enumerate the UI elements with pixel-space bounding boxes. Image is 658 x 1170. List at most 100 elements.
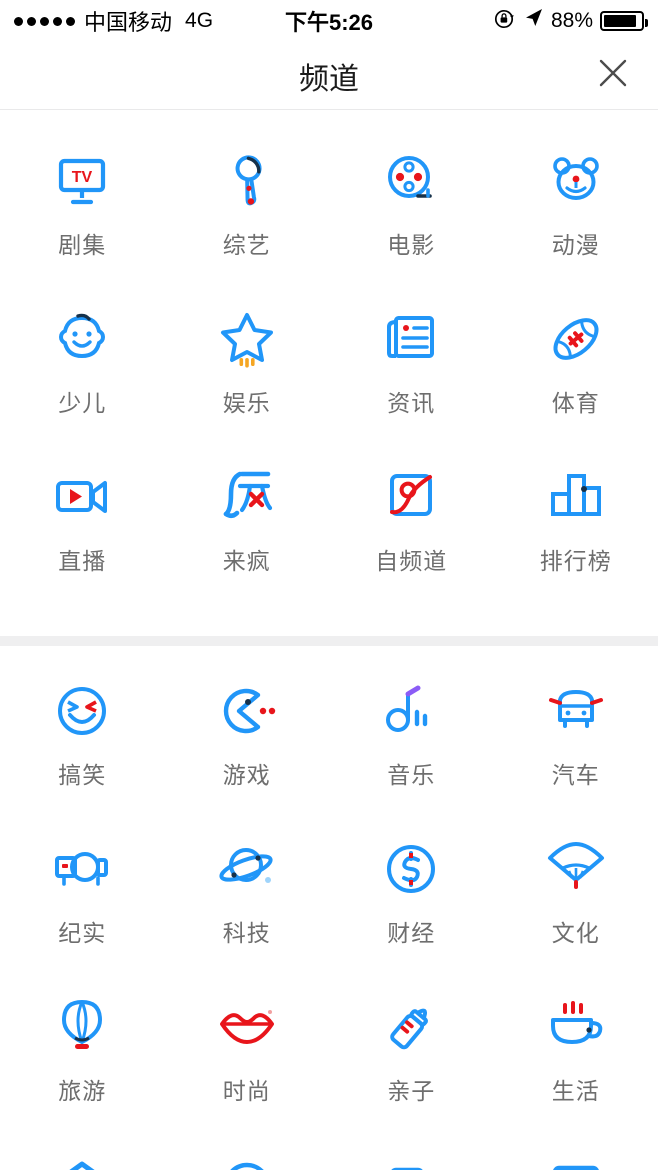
channel-item-juji[interactable]: TV 剧集 (0, 144, 165, 302)
channel-item-wenhua[interactable]: 文化 (494, 832, 658, 990)
channel-item-zipindao[interactable]: 自频道 (329, 460, 494, 618)
battery-icon (600, 11, 648, 31)
section-divider (0, 636, 658, 646)
channel-label: 音乐 (387, 762, 436, 788)
channel-item-tiyu[interactable]: 体育 (494, 302, 658, 460)
channel-label: 游戏 (222, 762, 271, 788)
channel-label: 体育 (551, 390, 600, 416)
folding-fan-icon (545, 838, 607, 900)
channel-label: 少儿 (58, 390, 107, 416)
channel-label: 直播 (58, 548, 107, 574)
baby-bottle-icon (380, 996, 442, 1058)
channel-label: 纪实 (58, 920, 107, 946)
self-channel-icon (380, 466, 442, 528)
signal-strength-icon (14, 16, 75, 26)
channel-item-caijing[interactable]: 财经 (329, 832, 494, 990)
channel-item-keji[interactable]: 科技 (165, 832, 330, 990)
pacman-icon (216, 680, 278, 742)
channel-label: 自频道 (375, 548, 448, 574)
channel-item-zixun[interactable]: 资讯 (329, 302, 494, 460)
channel-item-yinyue[interactable]: 音乐 (329, 674, 494, 832)
house-roof-icon (51, 1156, 113, 1170)
channel-item-partial-3[interactable] (329, 1148, 494, 1170)
coffee-cup-icon (545, 996, 607, 1058)
channel-item-partial-2[interactable] (165, 1148, 330, 1170)
close-icon (594, 54, 632, 97)
status-bar-left: 中国移动 4G (14, 5, 213, 37)
microphone-icon (216, 150, 278, 212)
channel-label: 时尚 (222, 1078, 271, 1104)
channel-label: 综艺 (222, 232, 271, 258)
music-note-icon (380, 680, 442, 742)
channel-item-jishi[interactable]: 纪实 (0, 832, 165, 990)
channel-item-lvyou[interactable]: 旅游 (0, 990, 165, 1148)
channel-item-shaoer[interactable]: 少儿 (0, 302, 165, 460)
channel-label: 科技 (222, 920, 271, 946)
planet-saturn-icon (216, 838, 278, 900)
channel-label: 资讯 (387, 390, 436, 416)
channel-label: 旅游 (58, 1078, 107, 1104)
page-header: 频道 (0, 42, 658, 110)
channel-label: 动漫 (551, 232, 600, 258)
channel-label: 财经 (387, 920, 436, 946)
car-front-icon (545, 680, 607, 742)
clock-dial-icon (216, 1156, 278, 1170)
section-primary-channels: TV 剧集 综艺 电影 动漫 少儿 娱乐 资讯 体育 直播 来疯 自频道 排行榜 (0, 110, 658, 636)
channel-item-zhibo[interactable]: 直播 (0, 460, 165, 618)
status-bar-right: 88% (493, 6, 648, 36)
channel-item-qiche[interactable]: 汽车 (494, 674, 658, 832)
close-button[interactable] (592, 55, 634, 97)
dollar-circle-icon (380, 838, 442, 900)
channel-item-laifeng[interactable]: 来疯 (165, 460, 330, 618)
film-reel-icon (380, 150, 442, 212)
channel-label: 文化 (551, 920, 600, 946)
panda-face-icon (545, 150, 607, 212)
video-camera-icon (51, 466, 113, 528)
channel-item-zongyi[interactable]: 综艺 (165, 144, 330, 302)
channel-item-gaoxiao[interactable]: 搞笑 (0, 674, 165, 832)
lock-rotation-icon (493, 6, 517, 36)
channel-item-partial-1[interactable] (0, 1148, 165, 1170)
channel-label: 排行榜 (539, 548, 612, 574)
tv-monitor-icon: TV (51, 150, 113, 212)
channel-item-partial-4[interactable] (494, 1148, 658, 1170)
channel-item-shishang[interactable]: 时尚 (165, 990, 330, 1148)
channel-label: 生活 (551, 1078, 600, 1104)
channel-label: 电影 (387, 232, 436, 258)
status-bar: 中国移动 4G 下午5:26 88% (0, 0, 658, 42)
channel-item-qinzi[interactable]: 亲子 (329, 990, 494, 1148)
lips-icon (216, 996, 278, 1058)
channel-grid-secondary: 搞笑 游戏 音乐 汽车 纪实 科技 财经 文化 旅游 时尚 亲子 生活 (0, 674, 658, 1170)
channel-item-dongman[interactable]: 动漫 (494, 144, 658, 302)
section-secondary-channels: 搞笑 游戏 音乐 汽车 纪实 科技 财经 文化 旅游 时尚 亲子 生活 (0, 646, 658, 1170)
channel-list-scroll[interactable]: TV 剧集 综艺 电影 动漫 少儿 娱乐 资讯 体育 直播 来疯 自频道 排行榜… (0, 110, 658, 1170)
projector-icon (51, 838, 113, 900)
football-icon (545, 308, 607, 370)
battery-percent: 88% (550, 9, 593, 32)
channel-label: 汽车 (551, 762, 600, 788)
network-type: 4G (185, 9, 214, 32)
bar-chart-icon (545, 466, 607, 528)
channel-label: 来疯 (222, 548, 271, 574)
svg-text:TV: TV (72, 169, 93, 186)
baby-face-icon (51, 308, 113, 370)
location-arrow-icon (524, 7, 544, 35)
channel-item-shenghuo[interactable]: 生活 (494, 990, 658, 1148)
channel-item-youxi[interactable]: 游戏 (165, 674, 330, 832)
hot-air-balloon-icon (51, 996, 113, 1058)
star-icon (216, 308, 278, 370)
laifeng-character-icon (216, 466, 278, 528)
page-title: 频道 (299, 62, 359, 96)
newspaper-icon (380, 308, 442, 370)
channel-item-paihangbang[interactable]: 排行榜 (494, 460, 658, 618)
carrier-name: 中国移动 (84, 10, 173, 35)
winking-smiley-icon (51, 680, 113, 742)
kettle-icon (380, 1156, 442, 1170)
photo-frame-icon (545, 1156, 607, 1170)
channel-grid-primary: TV 剧集 综艺 电影 动漫 少儿 娱乐 资讯 体育 直播 来疯 自频道 排行榜 (0, 144, 658, 618)
channel-item-yule[interactable]: 娱乐 (165, 302, 330, 460)
channel-label: 搞笑 (58, 762, 107, 788)
channel-item-dianying[interactable]: 电影 (329, 144, 494, 302)
channel-label: 娱乐 (222, 390, 271, 416)
channel-label: 剧集 (58, 232, 107, 258)
